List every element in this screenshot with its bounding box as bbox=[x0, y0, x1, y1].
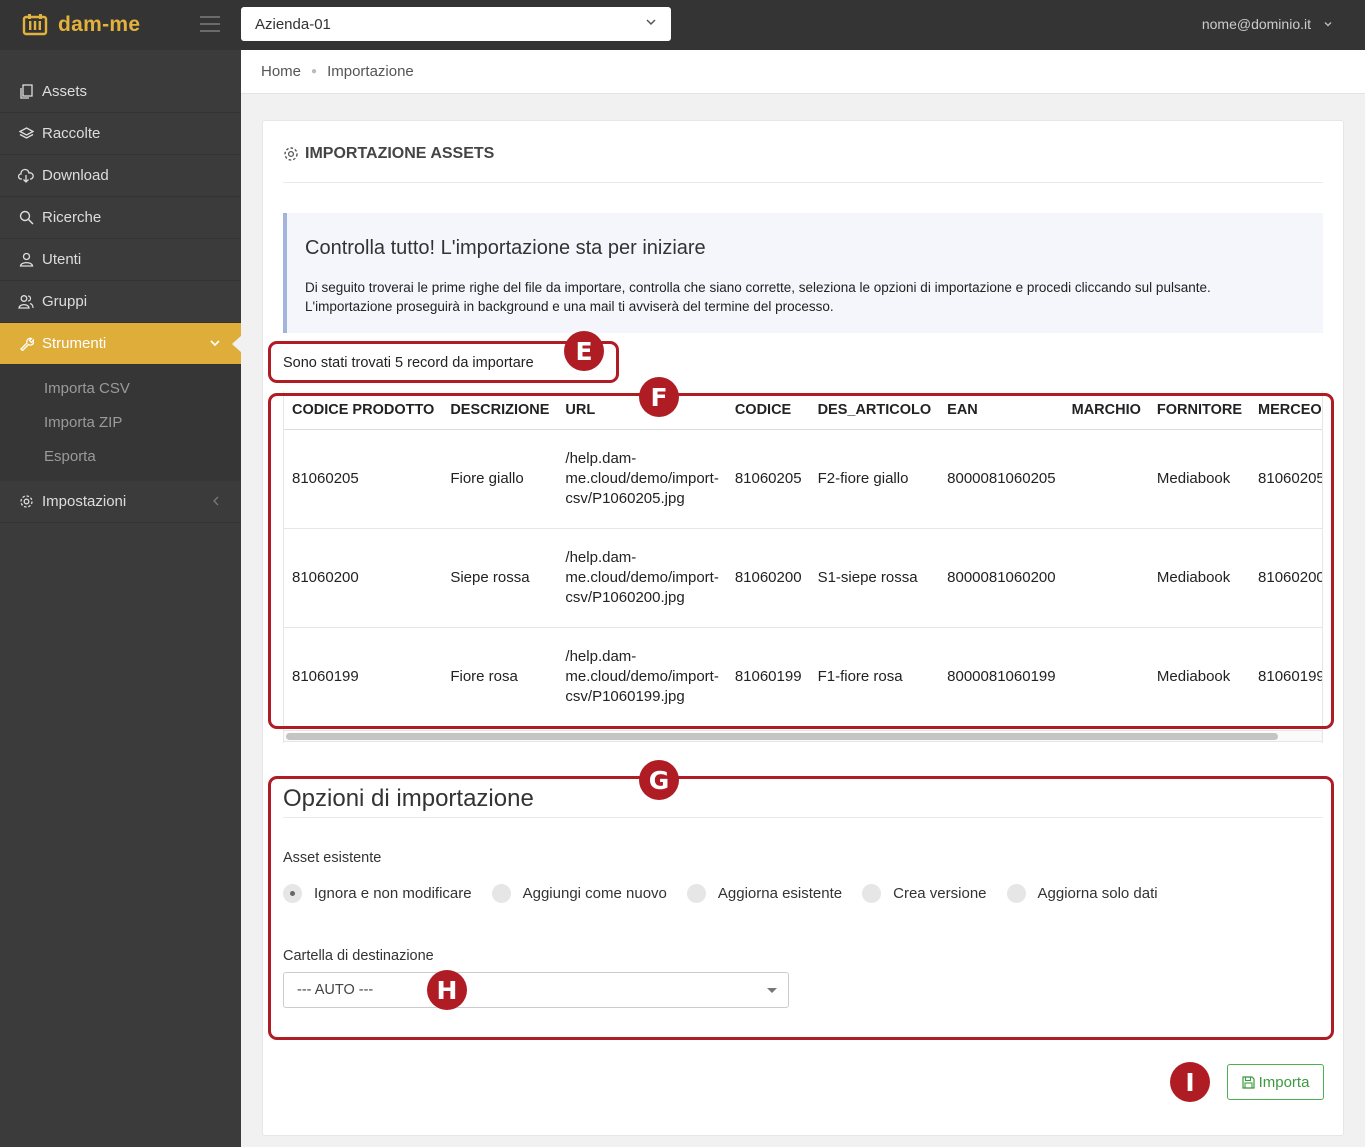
chevron-left-icon bbox=[213, 496, 219, 506]
breadcrumb-current: Importazione bbox=[327, 63, 414, 80]
sidebar: Assets Raccolte Download Ricerche Utenti… bbox=[0, 50, 242, 1147]
chevron-down-icon bbox=[210, 340, 220, 347]
sidebar-item-label: Strumenti bbox=[42, 335, 107, 352]
sidebar-item-label: Gruppi bbox=[42, 293, 88, 310]
page-title-text: IMPORTAZIONE ASSETS bbox=[305, 145, 495, 162]
brand-icon bbox=[22, 14, 48, 36]
info-title: Controlla tutto! L'importazione sta per … bbox=[305, 237, 706, 259]
sidebar-item-utenti[interactable]: Utenti bbox=[0, 239, 241, 281]
menu-toggle-icon[interactable] bbox=[200, 16, 220, 32]
gear-icon bbox=[284, 147, 298, 161]
cloud-download-icon bbox=[18, 168, 34, 184]
info-text-line-1: Di seguito troverai le prime righe del f… bbox=[305, 280, 1211, 295]
search-icon bbox=[18, 210, 34, 226]
sidebar-item-label: Download bbox=[42, 167, 109, 184]
file-copy-icon bbox=[18, 84, 34, 100]
annotation-badge-g: G bbox=[639, 760, 679, 800]
users-icon bbox=[18, 294, 34, 310]
sidebar-item-download[interactable]: Download bbox=[0, 155, 241, 197]
divider bbox=[283, 182, 1323, 183]
sidebar-subitem-importa-zip[interactable]: Importa ZIP bbox=[0, 405, 241, 439]
sidebar-item-raccolte[interactable]: Raccolte bbox=[0, 113, 241, 155]
sidebar-subitem-importa-csv[interactable]: Importa CSV bbox=[0, 371, 241, 405]
annotation-badge-e: E bbox=[564, 331, 604, 371]
sidebar-submenu: Importa CSV Importa ZIP Esporta bbox=[0, 365, 241, 481]
wrench-icon bbox=[18, 336, 34, 352]
breadcrumb-home[interactable]: Home bbox=[261, 63, 301, 80]
chevron-down-icon bbox=[1324, 22, 1332, 27]
table-horizontal-scrollbar[interactable] bbox=[283, 730, 1323, 742]
brand-name: dam-me bbox=[58, 13, 141, 36]
save-icon bbox=[1241, 1075, 1255, 1089]
annotation-badge-f: F bbox=[639, 377, 679, 417]
sidebar-item-strumenti[interactable]: Strumenti bbox=[0, 323, 242, 365]
sidebar-subitem-esporta[interactable]: Esporta bbox=[0, 439, 241, 473]
annotation-badge-i: I bbox=[1170, 1062, 1210, 1102]
import-button[interactable]: Importa bbox=[1227, 1064, 1324, 1100]
sidebar-item-impostazioni[interactable]: Impostazioni bbox=[0, 481, 241, 523]
annotation-box-f bbox=[268, 393, 1334, 729]
user-email: nome@dominio.it bbox=[1201, 16, 1311, 32]
sidebar-item-label: Ricerche bbox=[42, 209, 102, 226]
sidebar-item-label: Assets bbox=[42, 83, 88, 100]
user-icon bbox=[18, 252, 34, 268]
breadcrumb: Home ● Importazione bbox=[241, 50, 1365, 94]
import-button-label: Importa bbox=[1258, 1073, 1310, 1091]
annotation-box-g bbox=[268, 776, 1334, 1040]
brand-logo[interactable]: dam-me bbox=[22, 11, 140, 39]
sidebar-item-gruppi[interactable]: Gruppi bbox=[0, 281, 241, 323]
scrollbar-thumb[interactable] bbox=[286, 733, 1278, 740]
info-callout: Controlla tutto! L'importazione sta per … bbox=[283, 213, 1323, 333]
chevron-down-icon bbox=[646, 19, 656, 26]
sidebar-item-assets[interactable]: Assets bbox=[0, 71, 241, 113]
breadcrumb-separator: ● bbox=[311, 66, 318, 77]
company-select[interactable]: Azienda-01 bbox=[241, 7, 671, 41]
sidebar-item-label: Raccolte bbox=[42, 125, 101, 142]
info-text-line-2: L'importazione proseguirà in background … bbox=[305, 299, 834, 314]
sidebar-item-label: Impostazioni bbox=[42, 493, 127, 510]
sidebar-item-ricerche[interactable]: Ricerche bbox=[0, 197, 241, 239]
layers-icon bbox=[18, 126, 34, 142]
annotation-badge-h: H bbox=[427, 970, 467, 1010]
sidebar-item-label: Utenti bbox=[42, 251, 82, 268]
gear-icon bbox=[18, 494, 34, 510]
company-select-value: Azienda-01 bbox=[255, 15, 331, 33]
top-bar: dam-me Azienda-01 nome@dominio.it bbox=[0, 0, 1365, 50]
page-title: IMPORTAZIONE ASSETS bbox=[283, 145, 494, 163]
user-menu[interactable]: nome@dominio.it bbox=[1202, 16, 1333, 32]
